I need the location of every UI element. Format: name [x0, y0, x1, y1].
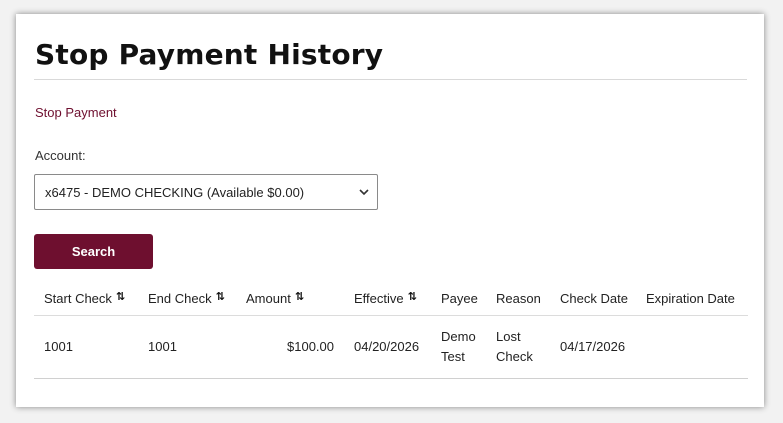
column-header-effective[interactable]: Effective ⇅	[344, 282, 431, 316]
column-header-expiration-date: Expiration Date	[636, 282, 748, 316]
sort-arrows-icon[interactable]: ⇅	[295, 290, 304, 303]
account-label: Account:	[35, 148, 86, 163]
column-header-start-check[interactable]: Start Check ⇅	[34, 282, 138, 316]
column-header-amount[interactable]: Amount ⇅	[236, 282, 344, 316]
column-header-check-date: Check Date	[550, 282, 636, 316]
stop-payment-table: Start Check ⇅ End Check ⇅ Amount ⇅ Effectiv…	[34, 282, 748, 379]
cell-payee: Demo Test	[431, 315, 486, 379]
cell-check-date: 04/17/2026	[550, 315, 636, 379]
stop-payment-card: Stop Payment History Stop Payment Accoun…	[16, 14, 764, 407]
chevron-down-icon	[359, 189, 369, 196]
column-header-reason: Reason	[486, 282, 550, 316]
table-row: 1001 1001 $100.00 04/20/2026 Demo Test L…	[34, 315, 748, 379]
column-header-payee: Payee	[431, 282, 486, 316]
column-header-end-check[interactable]: End Check ⇅	[138, 282, 236, 316]
search-button[interactable]: Search	[34, 234, 153, 269]
page-title: Stop Payment History	[35, 38, 384, 71]
column-header-label: Amount	[246, 291, 291, 306]
table-header-row: Start Check ⇅ End Check ⇅ Amount ⇅ Effectiv…	[34, 282, 748, 316]
sort-arrows-icon[interactable]: ⇅	[408, 290, 417, 303]
cell-reason: Lost Check	[486, 315, 550, 379]
cell-effective: 04/20/2026	[344, 315, 431, 379]
sort-arrows-icon[interactable]: ⇅	[216, 290, 225, 303]
column-header-label: Start Check	[44, 291, 112, 306]
sort-arrows-icon[interactable]: ⇅	[116, 290, 125, 303]
cell-end-check: 1001	[138, 315, 236, 379]
cell-amount: $100.00	[236, 315, 344, 379]
cell-expiration-date	[636, 315, 748, 379]
column-header-label: End Check	[148, 291, 212, 306]
stop-payment-link[interactable]: Stop Payment	[35, 105, 117, 120]
account-select-value: x6475 - DEMO CHECKING (Available $0.00)	[45, 185, 305, 200]
account-select[interactable]: x6475 - DEMO CHECKING (Available $0.00)	[34, 174, 378, 210]
title-divider	[34, 79, 747, 80]
column-header-label: Effective	[354, 291, 404, 306]
cell-start-check: 1001	[34, 315, 138, 379]
